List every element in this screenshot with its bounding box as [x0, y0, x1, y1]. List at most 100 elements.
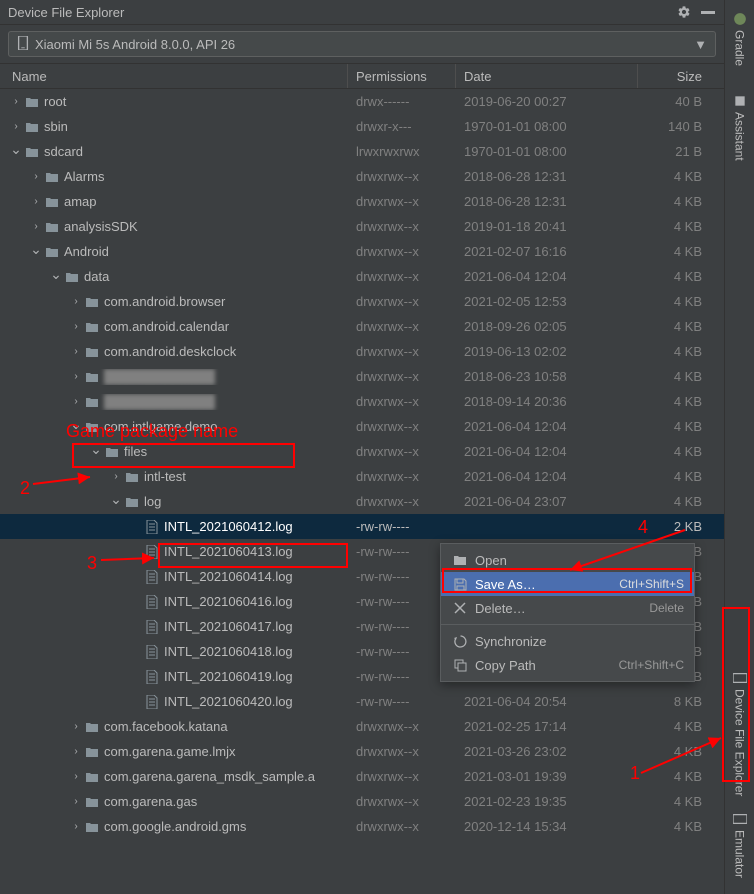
- expand-arrow-icon[interactable]: ⌄: [48, 268, 64, 283]
- file-size: 4 KB: [638, 494, 714, 509]
- file-row[interactable]: ›amapdrwxrwx--x2018-06-28 12:314 KB: [0, 189, 724, 214]
- file-size: 4 KB: [638, 294, 714, 309]
- menu-item-synchronize[interactable]: Synchronize: [441, 629, 694, 653]
- tab-device-file-explorer[interactable]: Device File Explorer: [729, 663, 751, 804]
- file-name: INTL_2021060419.log: [164, 669, 293, 684]
- expand-arrow-icon[interactable]: ›: [68, 721, 84, 732]
- file-row[interactable]: ⌄com.intlgame.demodrwxrwx--x2021-06-04 1…: [0, 414, 724, 439]
- file-name: ████████████: [104, 394, 215, 409]
- file-row[interactable]: ⌄Androiddrwxrwx--x2021-02-07 16:164 KB: [0, 239, 724, 264]
- expand-arrow-icon[interactable]: ⌄: [88, 443, 104, 458]
- file-date: 2021-02-07 16:16: [456, 244, 638, 259]
- file-row[interactable]: ›sbindrwxr-x---1970-01-01 08:00140 B: [0, 114, 724, 139]
- file-permissions: drwxrwx--x: [348, 294, 456, 309]
- file-permissions: drwxrwx--x: [348, 494, 456, 509]
- file-name: amap: [64, 194, 97, 209]
- file-date: 2018-06-28 12:31: [456, 169, 638, 184]
- expand-arrow-icon[interactable]: ›: [28, 171, 44, 182]
- file-row[interactable]: ⌄logdrwxrwx--x2021-06-04 23:074 KB: [0, 489, 724, 514]
- expand-arrow-icon[interactable]: ›: [108, 471, 124, 482]
- file-date: 2021-02-23 19:35: [456, 794, 638, 809]
- file-icon: [144, 694, 160, 710]
- minimize-icon[interactable]: [700, 4, 716, 20]
- file-row[interactable]: ›com.garena.garena_msdk_sample.adrwxrwx-…: [0, 764, 724, 789]
- menu-item-open[interactable]: Open: [441, 548, 694, 572]
- file-row[interactable]: ⌄sdcardlrwxrwxrwx1970-01-01 08:0021 B: [0, 139, 724, 164]
- file-row[interactable]: ›intl-testdrwxrwx--x2021-06-04 12:044 KB: [0, 464, 724, 489]
- file-row[interactable]: ›rootdrwx------2019-06-20 00:2740 B: [0, 89, 724, 114]
- file-row[interactable]: ›com.android.deskclockdrwxrwx--x2019-06-…: [0, 339, 724, 364]
- expand-arrow-icon[interactable]: ›: [8, 96, 24, 107]
- expand-arrow-icon[interactable]: ›: [68, 746, 84, 757]
- menu-item-shortcut: Ctrl+Shift+S: [619, 577, 684, 591]
- file-permissions: drwxrwx--x: [348, 794, 456, 809]
- file-name: root: [44, 94, 66, 109]
- tab-assistant[interactable]: Assistant: [729, 86, 751, 169]
- menu-item-label: Copy Path: [475, 658, 619, 673]
- folder-icon: [44, 244, 60, 260]
- expand-arrow-icon[interactable]: ›: [68, 296, 84, 307]
- file-name: com.android.deskclock: [104, 344, 236, 359]
- settings-gear-icon[interactable]: [676, 4, 692, 20]
- file-name: data: [84, 269, 109, 284]
- expand-arrow-icon[interactable]: ›: [68, 396, 84, 407]
- file-size: 4 KB: [638, 744, 714, 759]
- file-row[interactable]: ⌄filesdrwxrwx--x2021-06-04 12:044 KB: [0, 439, 724, 464]
- tab-gradle[interactable]: Gradle: [729, 4, 751, 74]
- file-permissions: drwxrwx--x: [348, 394, 456, 409]
- column-header-permissions[interactable]: Permissions: [348, 64, 456, 88]
- file-row[interactable]: ›████████████drwxrwx--x2018-09-14 20:364…: [0, 389, 724, 414]
- file-date: 2021-06-04 12:04: [456, 444, 638, 459]
- expand-arrow-icon[interactable]: ›: [68, 346, 84, 357]
- file-name: com.garena.garena_msdk_sample.a: [104, 769, 315, 784]
- expand-arrow-icon[interactable]: ›: [28, 221, 44, 232]
- expand-arrow-icon[interactable]: ›: [68, 371, 84, 382]
- file-size: 4 KB: [638, 219, 714, 234]
- column-header-size[interactable]: Size: [638, 64, 714, 88]
- menu-item-delete[interactable]: Delete…Delete: [441, 596, 694, 620]
- device-selector-dropdown[interactable]: Xiaomi Mi 5s Android 8.0.0, API 26 ▼: [8, 31, 716, 57]
- expand-arrow-icon[interactable]: ›: [68, 321, 84, 332]
- file-row[interactable]: ›INTL_2021060420.log-rw-rw----2021-06-04…: [0, 689, 724, 714]
- file-row[interactable]: ›████████████drwxrwx--x2018-06-23 10:584…: [0, 364, 724, 389]
- file-permissions: drwxrwx--x: [348, 819, 456, 834]
- tab-emulator[interactable]: Emulator: [729, 804, 751, 886]
- file-row[interactable]: ›INTL_2021060412.log-rw-rw----2 KB: [0, 514, 724, 539]
- file-permissions: drwxrwx--x: [348, 444, 456, 459]
- file-permissions: drwxrwx--x: [348, 744, 456, 759]
- folder-icon: [64, 269, 80, 285]
- expand-arrow-icon[interactable]: ›: [8, 121, 24, 132]
- file-name: intl-test: [144, 469, 186, 484]
- file-row[interactable]: ›com.facebook.katanadrwxrwx--x2021-02-25…: [0, 714, 724, 739]
- column-header-name[interactable]: Name: [0, 64, 348, 88]
- file-row[interactable]: ›analysisSDKdrwxrwx--x2019-01-18 20:414 …: [0, 214, 724, 239]
- file-permissions: drwxrwx--x: [348, 419, 456, 434]
- column-header-date[interactable]: Date: [456, 64, 638, 88]
- file-permissions: drwxrwx--x: [348, 369, 456, 384]
- expand-arrow-icon[interactable]: ⌄: [28, 243, 44, 258]
- menu-item-save-as[interactable]: Save As…Ctrl+Shift+S: [441, 572, 694, 596]
- file-row[interactable]: ›com.garena.gasdrwxrwx--x2021-02-23 19:3…: [0, 789, 724, 814]
- folder-icon: [84, 744, 100, 760]
- file-name: INTL_2021060414.log: [164, 569, 293, 584]
- expand-arrow-icon[interactable]: ›: [28, 196, 44, 207]
- file-row[interactable]: ›com.android.browserdrwxrwx--x2021-02-05…: [0, 289, 724, 314]
- expand-arrow-icon[interactable]: ›: [68, 796, 84, 807]
- expand-arrow-icon[interactable]: ⌄: [68, 418, 84, 433]
- expand-arrow-icon[interactable]: ›: [68, 771, 84, 782]
- expand-arrow-icon[interactable]: ›: [68, 821, 84, 832]
- file-row[interactable]: ›com.garena.game.lmjxdrwxrwx--x2021-03-2…: [0, 739, 724, 764]
- file-row[interactable]: ›com.android.calendardrwxrwx--x2018-09-2…: [0, 314, 724, 339]
- folder-icon: [84, 344, 100, 360]
- menu-item-label: Synchronize: [475, 634, 684, 649]
- file-date: 2021-06-04 23:07: [456, 494, 638, 509]
- file-row[interactable]: ›Alarmsdrwxrwx--x2018-06-28 12:314 KB: [0, 164, 724, 189]
- menu-item-copy-path[interactable]: Copy PathCtrl+Shift+C: [441, 653, 694, 677]
- file-name: sdcard: [44, 144, 83, 159]
- file-date: 2021-06-04 20:54: [456, 694, 638, 709]
- file-row[interactable]: ⌄datadrwxrwx--x2021-06-04 12:044 KB: [0, 264, 724, 289]
- expand-arrow-icon[interactable]: ⌄: [108, 493, 124, 508]
- file-tree[interactable]: ›rootdrwx------2019-06-20 00:2740 B›sbin…: [0, 89, 724, 894]
- file-row[interactable]: ›com.google.android.gmsdrwxrwx--x2020-12…: [0, 814, 724, 839]
- expand-arrow-icon[interactable]: ⌄: [8, 143, 24, 158]
